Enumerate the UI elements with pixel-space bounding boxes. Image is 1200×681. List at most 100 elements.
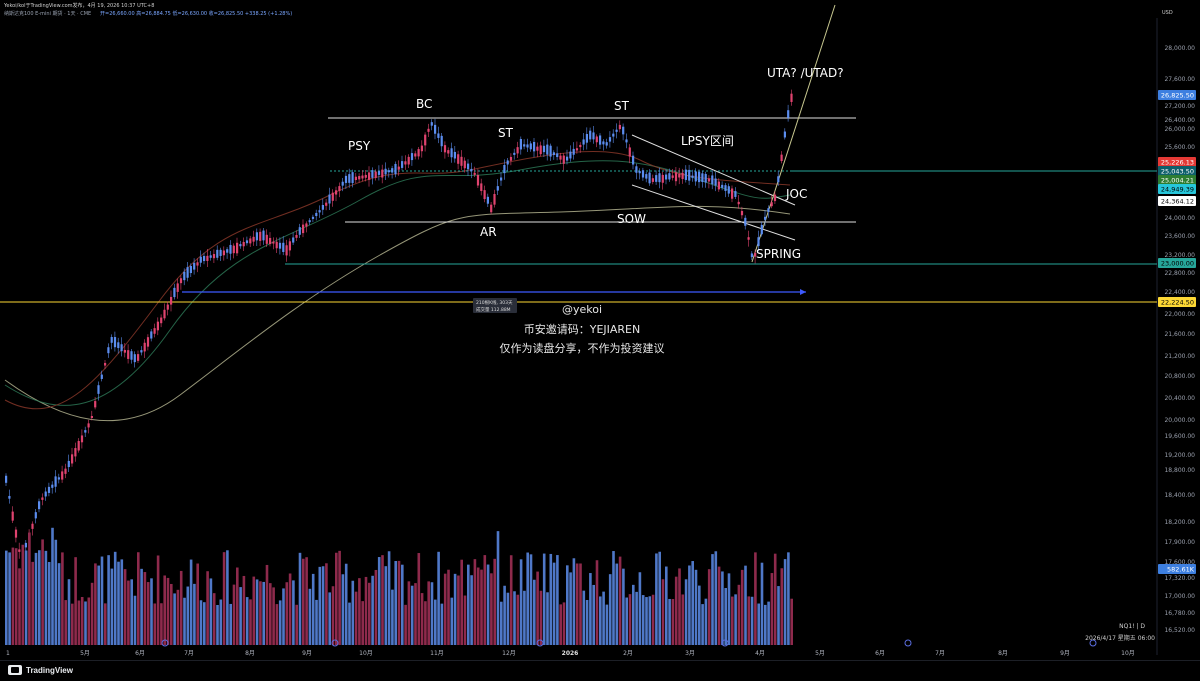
candle-body — [404, 161, 407, 165]
volume-bar — [368, 582, 371, 645]
candlestick-series[interactable] — [5, 89, 793, 566]
volume-bar — [87, 597, 91, 645]
volume-bar — [325, 563, 328, 645]
candle-body — [529, 143, 532, 150]
reference-lines[interactable] — [0, 117, 1157, 303]
candle-body — [490, 204, 493, 213]
time-label: 6月 — [875, 650, 885, 657]
volume-bar — [127, 580, 130, 645]
candle-body — [506, 160, 509, 165]
volume-bar — [57, 563, 61, 645]
volume-bar — [486, 564, 490, 645]
candle-body — [100, 374, 103, 379]
candle-body — [552, 152, 555, 155]
price-badge-label: 24,364.12 — [1161, 198, 1194, 206]
candle-body — [665, 174, 668, 180]
candle-body — [536, 146, 539, 151]
candle-body — [681, 172, 684, 180]
candle-body — [612, 133, 615, 137]
candle-body — [278, 242, 282, 249]
volume-bar — [143, 572, 147, 645]
volume-bar — [734, 594, 737, 645]
candle-body — [137, 354, 140, 361]
candle-body — [783, 131, 786, 138]
candle-body — [292, 237, 295, 243]
price-badge-label: 582.61K — [1167, 566, 1195, 574]
volume-bar — [688, 565, 691, 645]
candle-body — [757, 237, 760, 246]
candle-body — [767, 208, 770, 212]
volume-bar — [341, 574, 345, 645]
price-axis[interactable]: 28,000.00 27,600.00 27,200.00 26,400.00 26,0… — [1164, 45, 1195, 634]
time-label: 8月 — [245, 650, 255, 657]
candle-body — [110, 337, 113, 343]
time-label: 2026 — [562, 650, 579, 657]
tradingview-logo[interactable]: TradingView — [8, 665, 73, 675]
volume-bar — [790, 598, 793, 645]
candle-body — [275, 241, 278, 249]
price-tick-label: 23,600.00 — [1164, 233, 1195, 240]
volume-bar — [546, 592, 549, 645]
volume-bar — [434, 599, 437, 645]
volume-bar — [516, 594, 520, 645]
candle-body — [744, 217, 747, 226]
candle-body — [318, 210, 321, 213]
candle-body — [533, 141, 536, 152]
candle-body — [701, 173, 704, 183]
measure-line-1: 210根K线, 303天 — [476, 299, 513, 306]
volume-bar — [780, 568, 784, 645]
candle-body — [760, 224, 763, 235]
volume-bar — [97, 565, 100, 645]
volume-bar — [503, 585, 506, 645]
candle-body — [140, 350, 143, 353]
volume-bar — [566, 565, 569, 645]
symbol-datetime: 2026/4/17 星期五 06:00 — [1085, 634, 1155, 642]
candle-body — [721, 184, 724, 188]
candle-body — [94, 401, 97, 408]
candle-body — [539, 145, 542, 155]
volume-bar — [242, 575, 246, 645]
volume-bar — [615, 563, 619, 645]
price-tick-label: 27,600.00 — [1164, 76, 1195, 83]
label-joc: JOC — [785, 187, 807, 201]
label-bc: BC — [416, 97, 432, 111]
candle-body — [483, 190, 486, 200]
volume-bar — [410, 585, 414, 645]
candle-body — [773, 194, 777, 202]
volume-bar — [28, 532, 31, 645]
volume-bar — [747, 596, 751, 645]
candle-body — [424, 134, 427, 146]
candle-body — [183, 271, 186, 281]
candle-body — [410, 153, 414, 161]
volume-bar — [483, 555, 487, 645]
volume-bar — [559, 604, 562, 645]
volume-bar — [523, 590, 526, 645]
volume-bar — [51, 527, 54, 645]
candle-body — [628, 147, 631, 157]
volume-bar — [239, 587, 242, 645]
volume-bar — [427, 581, 430, 645]
price-chart[interactable]: 28,000.00 27,600.00 27,200.00 26,400.00 26,0… — [0, 0, 1200, 660]
label-st-1: ST — [498, 126, 514, 140]
volume-bar — [635, 591, 638, 645]
price-tick-label: 17,900.00 — [1164, 539, 1195, 546]
volume-bar — [612, 551, 615, 645]
candle-body — [179, 278, 183, 284]
candle-body — [206, 255, 209, 261]
candle-body — [226, 249, 229, 253]
candle-body — [315, 212, 318, 217]
volume-bar — [582, 590, 586, 645]
candle-body — [259, 231, 262, 241]
volume-bar — [783, 559, 787, 645]
time-axis[interactable]: 1 5月 6月 7月 8月 9月 10月 11月 12月 2026 2月 3月 4月 5月 6月 7月 8月 9月… — [6, 650, 1135, 657]
time-label: 7月 — [184, 650, 194, 657]
candle-body — [216, 249, 219, 258]
candle-body — [608, 137, 612, 142]
candle-body — [787, 110, 790, 118]
volume-bar — [348, 602, 351, 645]
volume-bar — [740, 569, 744, 645]
volume-bar — [150, 578, 153, 645]
price-tick-label: 16,520.00 — [1164, 627, 1195, 634]
volume-bar — [338, 550, 341, 645]
candle-body — [90, 415, 93, 419]
